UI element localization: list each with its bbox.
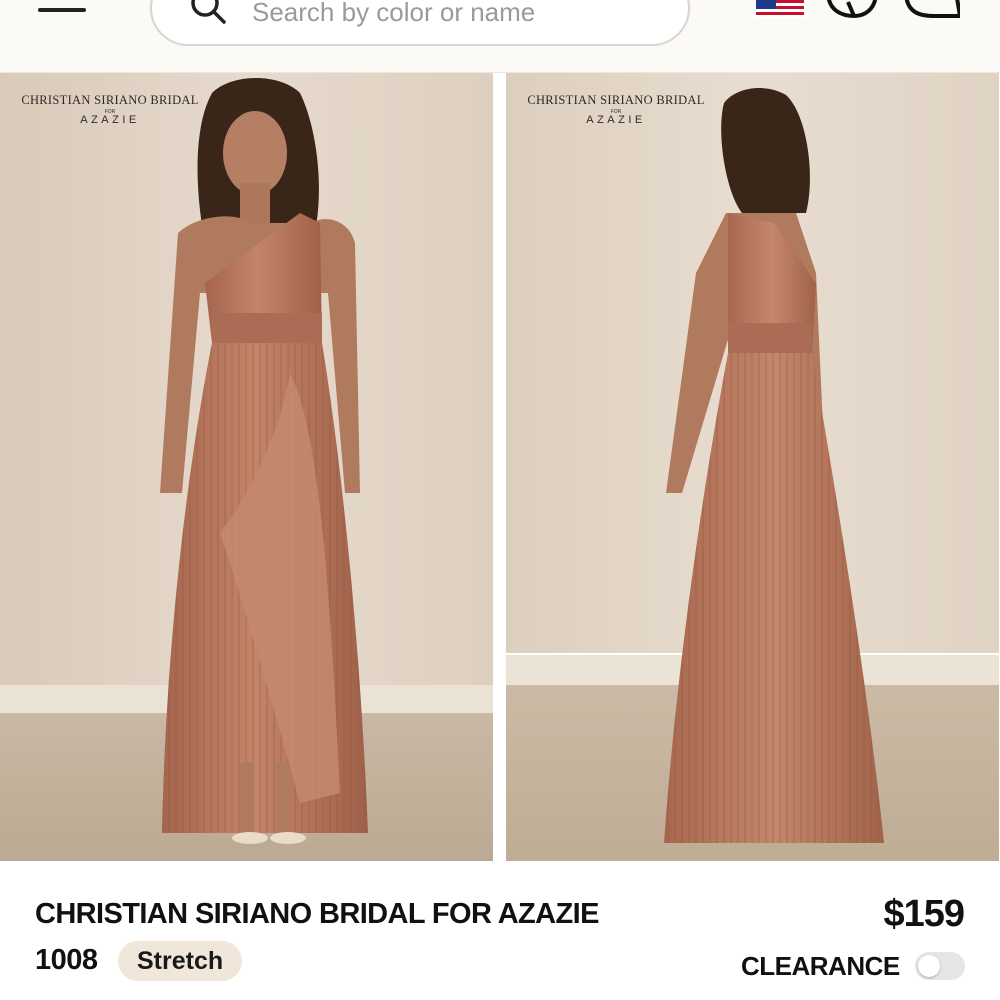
brand-logo-line2: AZAZIE [80, 114, 140, 126]
cart-icon[interactable] [904, 0, 960, 20]
product-gallery[interactable]: CHRISTIAN SIRIANO BRIDAL FOR AZAZIE CHRI… [0, 73, 1000, 861]
product-image-back[interactable]: CHRISTIAN SIRIANO BRIDAL FOR AZAZIE [506, 73, 999, 861]
product-price: $159 [883, 893, 965, 935]
toggle-knob [918, 955, 940, 977]
style-number: 1008 [35, 944, 98, 976]
brand-logo-line1: CHRISTIAN SIRIANO BRIDAL [527, 93, 705, 107]
clearance-label: CLEARANCE [741, 951, 900, 981]
search-bar[interactable] [150, 0, 690, 46]
search-input[interactable] [250, 0, 654, 28]
clearance-toggle[interactable] [915, 952, 965, 980]
menu-icon[interactable] [38, 0, 88, 24]
brand-logo-line1: CHRISTIAN SIRIANO BRIDAL [21, 93, 199, 107]
stretch-badge: Stretch [118, 941, 243, 981]
product-image-front[interactable]: CHRISTIAN SIRIANO BRIDAL FOR AZAZIE [0, 73, 493, 861]
top-header [0, 0, 1000, 73]
chat-icon[interactable] [824, 0, 880, 20]
us-flag-icon[interactable] [756, 0, 804, 18]
product-title: CHRISTIAN SIRIANO BRIDAL FOR AZAZIE [35, 898, 599, 930]
brand-logo-line2: AZAZIE [586, 114, 646, 126]
search-icon[interactable] [188, 0, 228, 28]
